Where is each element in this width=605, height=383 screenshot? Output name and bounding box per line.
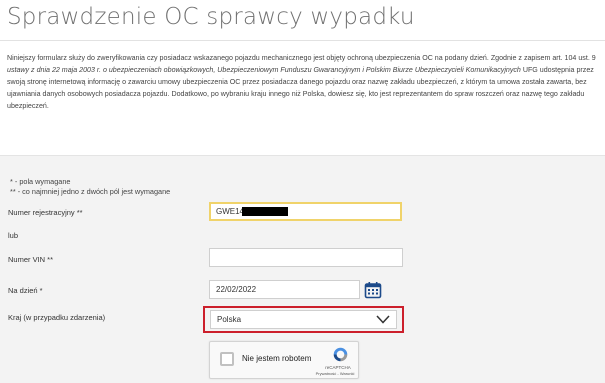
vin-input[interactable] [209,248,403,267]
recaptcha-widget: Nie jestem robotem reCAPTCHA Prywatność … [209,341,359,379]
intro-text-1: Niniejszy formularz służy do zweryfikowa… [7,54,596,62]
recaptcha-links[interactable]: Prywatność - Warunki [310,371,360,376]
recaptcha-checkbox[interactable] [220,352,234,366]
recaptcha-brand: reCAPTCHA [325,365,351,370]
registration-value: GWE14 [216,207,245,216]
or-label: lub [8,231,19,240]
date-label: Na dzień * [8,286,43,295]
date-input[interactable]: 22/02/2022 [209,280,360,299]
recaptcha-label: Nie jestem robotem [242,354,312,363]
calendar-icon[interactable] [364,281,382,299]
intro-paragraph: Niniejszy formularz służy do zweryfikowa… [7,52,605,112]
country-label: Kraj (w przypadku zdarzenia) [8,313,106,322]
registration-input[interactable]: GWE14 [209,202,402,221]
either-field-note: ** - co najmniej jedno z dwóch pól jest … [10,187,171,196]
required-fields-note: * - pola wymagane [10,177,71,186]
recaptcha-logo-icon [333,347,348,362]
country-select[interactable]: Polska [210,310,397,329]
country-select-value: Polska [217,315,242,324]
intro-law-reference: ustawy z dnia 22 maja 2003 r. o ubezpiec… [7,66,521,74]
chevron-down-icon [376,315,390,324]
vin-label: Numer VIN ** [8,255,54,264]
page-title: Sprawdzenie OC sprawcy wypadku [7,4,415,30]
redaction-bar [242,207,288,216]
registration-label: Numer rejestracyjny ** [8,208,83,217]
title-divider [0,40,605,41]
country-select-highlight: Polska [203,306,404,333]
